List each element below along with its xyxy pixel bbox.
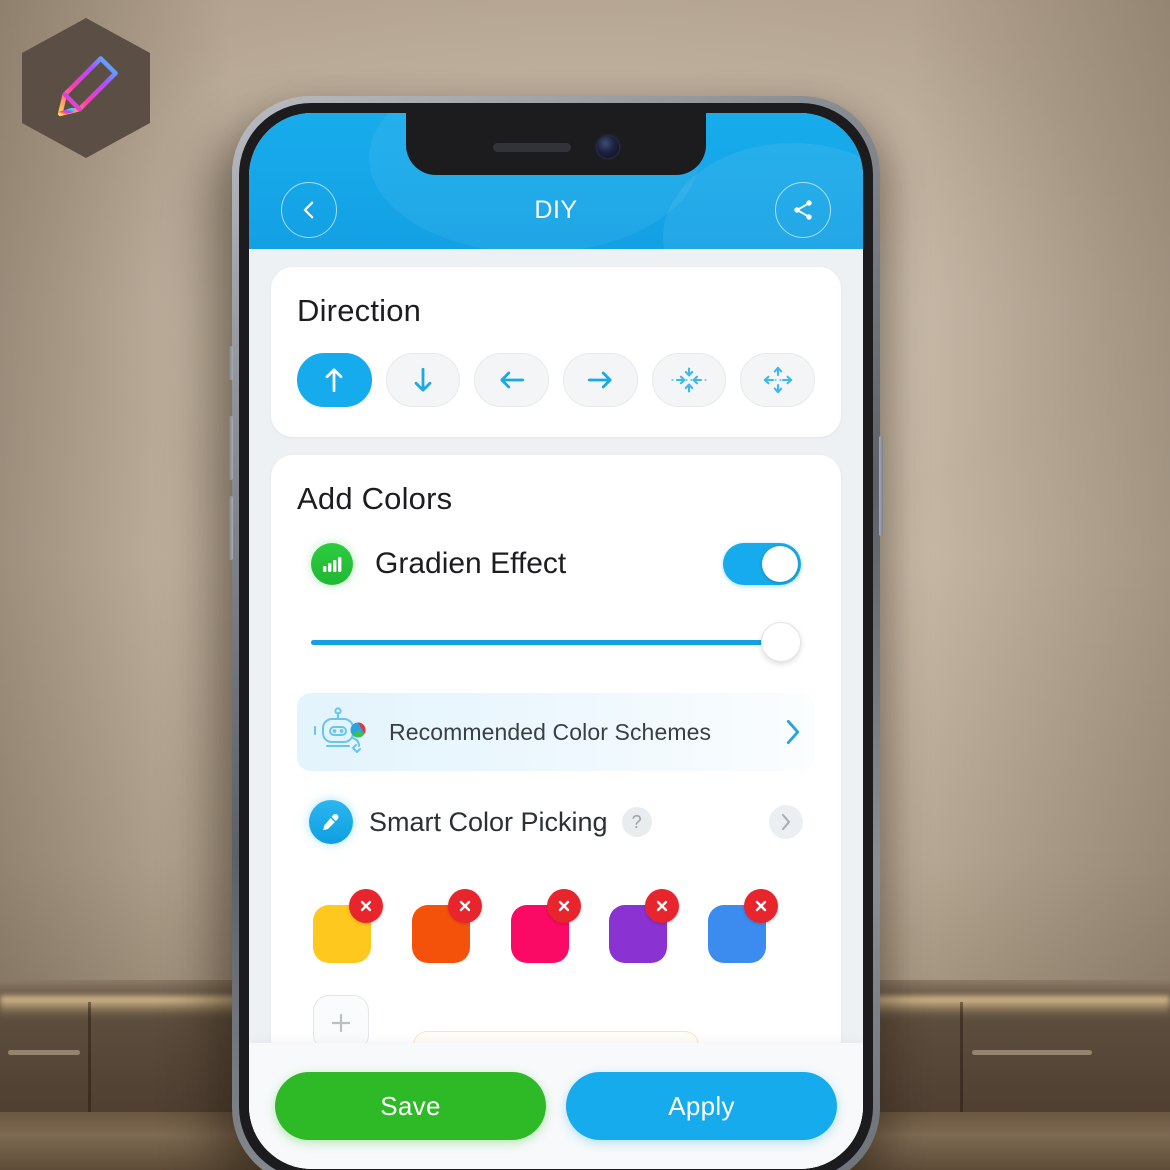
delete-swatch-button[interactable]: [349, 889, 383, 923]
color-swatch-item[interactable]: [309, 889, 408, 967]
arrow-right-icon: [588, 371, 612, 389]
gradient-effect-label: Gradien Effect: [375, 547, 567, 580]
phone-screen: DIY Direction Add Colors Gradien Effect …: [249, 113, 863, 1169]
pencil-icon: [57, 56, 118, 117]
recommended-label: Recommended Color Schemes: [389, 718, 712, 745]
chevron-left-icon: [303, 201, 314, 219]
toggle-knob: [762, 546, 798, 582]
color-swatch-item[interactable]: [605, 889, 704, 967]
phone-notch: [406, 113, 706, 175]
chevron-right-icon: [781, 813, 791, 831]
direction-card: Direction: [271, 267, 841, 437]
direction-options: [297, 353, 816, 407]
share-icon: [794, 200, 812, 220]
direction-title: Direction: [297, 293, 422, 328]
close-icon: [459, 900, 470, 912]
delete-swatch-button[interactable]: [744, 889, 779, 923]
plus-icon: [331, 1013, 351, 1033]
recommended-color-schemes-row[interactable]: Recommended Color Schemes: [297, 693, 815, 771]
add-colors-title: Add Colors: [297, 481, 453, 516]
direction-option-right[interactable]: [563, 353, 638, 407]
slider-fill: [311, 640, 779, 645]
apply-button[interactable]: Apply: [566, 1072, 837, 1140]
arrow-left-icon: [500, 371, 524, 389]
earpiece-speaker: [493, 142, 571, 152]
volume-up-button[interactable]: [229, 416, 233, 480]
front-camera: [597, 136, 619, 158]
cabinet-handle: [972, 1050, 1092, 1055]
arrows-expand-icon: [763, 366, 792, 394]
color-swatch-item[interactable]: [507, 889, 606, 967]
color-swatch-item[interactable]: [408, 889, 507, 967]
eyedropper-glyph: [323, 814, 339, 831]
gradient-effect-row: Gradien Effect: [297, 543, 815, 585]
gradient-effect-toggle[interactable]: [723, 543, 801, 585]
phone-mockup: DIY Direction Add Colors Gradien Effect …: [229, 96, 883, 1170]
wall-shadow-right: [910, 0, 1170, 1012]
smart-color-picking-row[interactable]: Smart Color Picking ?: [297, 783, 815, 861]
smart-color-picking-label: Smart Color Picking: [369, 806, 608, 837]
close-icon: [558, 900, 569, 912]
add-colors-card: Add Colors Gradien Effect Recommended Co…: [271, 455, 841, 1061]
smart-color-picking-chevron-button[interactable]: [769, 805, 803, 839]
close-icon: [360, 900, 372, 912]
gradient-slider[interactable]: [311, 621, 801, 663]
page-title: DIY: [534, 195, 578, 224]
slider-thumb[interactable]: [761, 622, 801, 662]
chevron-right-icon: [786, 719, 800, 745]
mute-switch[interactable]: [229, 346, 233, 380]
direction-option-left[interactable]: [474, 353, 550, 407]
app-content: Direction Add Colors Gradien Effect Reco…: [249, 249, 863, 1169]
direction-option-outward[interactable]: [740, 353, 816, 407]
close-icon: [657, 900, 668, 912]
arrow-down-icon: [414, 367, 432, 392]
close-icon: [755, 900, 767, 912]
bar-chart-glyph: [323, 557, 342, 572]
arrows-collapse-icon: [671, 367, 707, 393]
phone-bezel: DIY Direction Add Colors Gradien Effect …: [239, 103, 873, 1170]
back-button[interactable]: [281, 182, 337, 238]
bottom-action-bar: Save Apply: [249, 1043, 863, 1169]
direction-option-inward[interactable]: [651, 353, 727, 407]
bar-chart-icon: [311, 543, 353, 585]
direction-option-up[interactable]: [297, 353, 372, 407]
power-button[interactable]: [879, 436, 883, 536]
robot-icon: [314, 707, 366, 753]
app-logo-badge: [22, 18, 150, 158]
direction-option-down[interactable]: [385, 353, 461, 407]
save-button[interactable]: Save: [275, 1072, 546, 1140]
delete-swatch-button[interactable]: [645, 889, 680, 923]
color-swatch-item[interactable]: [704, 889, 803, 967]
eyedropper-icon: [309, 800, 353, 844]
header-row: DIY: [249, 179, 863, 241]
delete-swatch-button[interactable]: [447, 889, 482, 923]
delete-swatch-button[interactable]: [546, 889, 581, 923]
volume-down-button[interactable]: [229, 496, 233, 560]
arrow-up-icon: [325, 368, 343, 393]
cabinet-handle: [8, 1050, 80, 1055]
color-swatch-list: [309, 889, 803, 967]
help-badge[interactable]: ?: [621, 807, 652, 837]
share-button[interactable]: [775, 182, 831, 238]
